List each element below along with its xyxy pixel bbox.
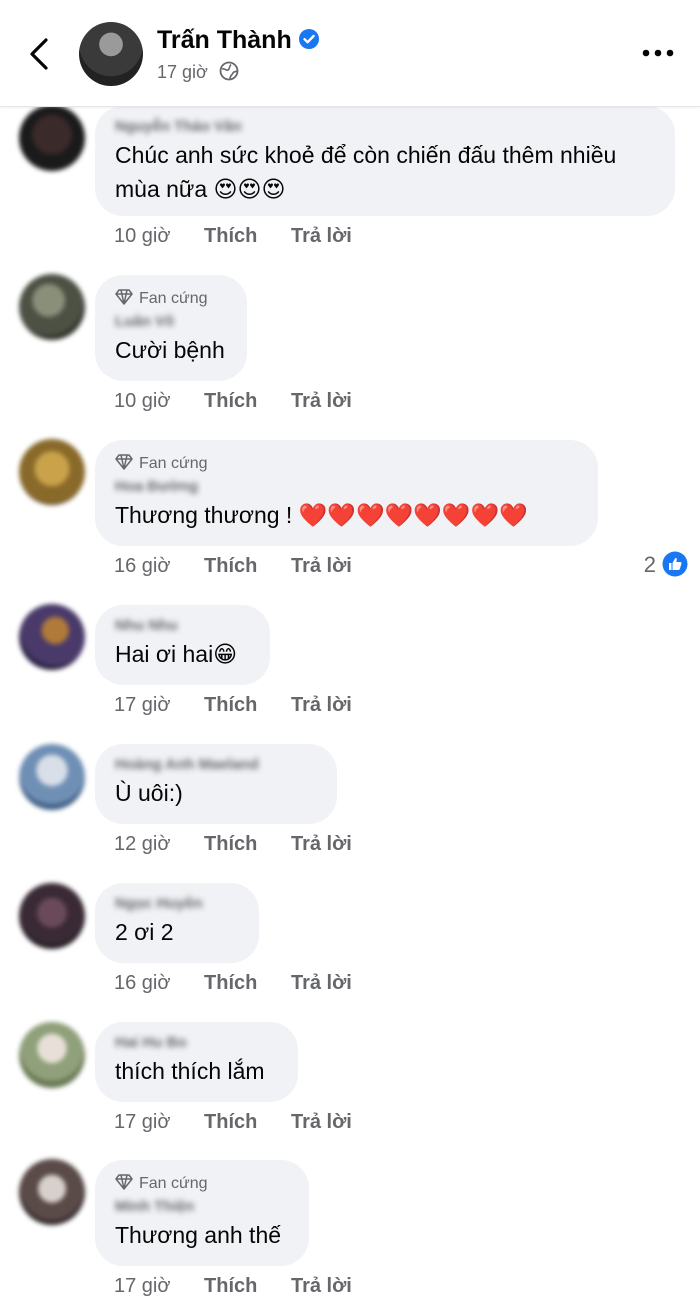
comment-bubble[interactable]: Nguyễn Thảo Vân Chúc anh sức khoẻ để còn… (95, 106, 675, 216)
diamond-icon (115, 454, 133, 470)
comment-actions: 16 giờ Thích Trả lời (114, 972, 352, 995)
reply-link[interactable]: Trả lời (291, 555, 352, 578)
thumbs-up-icon (662, 551, 688, 577)
like-link[interactable]: Thích (204, 225, 257, 248)
fan-badge: Fan cứng (115, 289, 227, 309)
like-link[interactable]: Thích (204, 1275, 257, 1298)
comment-author[interactable]: Hoàng Anh Maeland (115, 754, 317, 776)
post-header: Trấn Thành 17 giờ (0, 0, 700, 107)
comment-bubble[interactable]: Hai Hu Bo thích thích lắm (95, 1022, 298, 1102)
like-link[interactable]: Thích (204, 833, 257, 856)
comment-text: Chúc anh sức khoẻ để còn chiến đấu thêm … (115, 142, 617, 202)
comment-bubble[interactable]: Nhu Nhu Hai ơi hai😁 (95, 605, 270, 685)
fan-badge-label: Fan cứng (139, 455, 208, 472)
commenter-avatar[interactable] (19, 883, 85, 949)
more-options-button[interactable] (640, 42, 676, 64)
comment-bubble[interactable]: Fan cứng Minh Thiện Thương anh thế (95, 1160, 309, 1266)
comment-text: Thương anh thế (115, 1222, 282, 1248)
commenter-avatar[interactable] (19, 744, 85, 810)
comment-time[interactable]: 17 giờ (114, 1275, 170, 1298)
comment-author[interactable]: Minh Thiện (115, 1196, 289, 1218)
commenter-avatar[interactable] (19, 274, 85, 340)
reply-link[interactable]: Trả lời (291, 694, 352, 717)
like-link[interactable]: Thích (204, 694, 257, 717)
chevron-left-icon (30, 38, 48, 70)
commenter-avatar[interactable] (19, 1159, 85, 1225)
post-meta: 17 giờ (157, 61, 239, 83)
ellipsis-icon (642, 49, 674, 57)
like-link[interactable]: Thích (204, 390, 257, 413)
fan-badge: Fan cứng (115, 1174, 289, 1194)
comment-text: Ù uôi:) (115, 780, 183, 806)
comment-bubble[interactable]: Hoàng Anh Maeland Ù uôi:) (95, 744, 337, 824)
comment-author[interactable]: Nguyễn Thảo Vân (115, 116, 655, 138)
globe-icon (219, 61, 239, 81)
comment-actions: 17 giờ Thích Trả lời (114, 1275, 352, 1298)
diamond-icon (115, 1174, 133, 1190)
like-link[interactable]: Thích (204, 972, 257, 995)
comment-author[interactable]: Luân Võ (115, 311, 227, 333)
comment-text: Hai ơi hai😁 (115, 641, 238, 667)
comment-actions: 10 giờ Thích Trả lời (114, 390, 352, 413)
comment-author[interactable]: Hoa Đường (115, 476, 578, 498)
comment-time[interactable]: 10 giờ (114, 225, 170, 248)
page-name[interactable]: Trấn Thành (157, 26, 292, 54)
comment-time[interactable]: 12 giờ (114, 833, 170, 856)
comment-actions: 17 giờ Thích Trả lời (114, 1111, 352, 1134)
comment-time[interactable]: 16 giờ (114, 555, 170, 578)
comment-text: Thương thương ! ❤️❤️❤️❤️❤️❤️❤️❤️ (115, 502, 528, 528)
commenter-avatar[interactable] (19, 439, 85, 505)
reply-link[interactable]: Trả lời (291, 833, 352, 856)
reply-link[interactable]: Trả lời (291, 1275, 352, 1298)
page-avatar[interactable] (79, 22, 143, 86)
comment-text: thích thích lắm (115, 1058, 265, 1084)
comment-actions: 17 giờ Thích Trả lời (114, 694, 352, 717)
like-link[interactable]: Thích (204, 555, 257, 578)
commenter-avatar[interactable] (19, 105, 85, 171)
comment-time[interactable]: 17 giờ (114, 1111, 170, 1134)
commenter-avatar[interactable] (19, 604, 85, 670)
comment-actions: 12 giờ Thích Trả lời (114, 833, 352, 856)
page-name-wrap[interactable]: Trấn Thành (157, 26, 320, 55)
reply-link[interactable]: Trả lời (291, 1111, 352, 1134)
comment-author[interactable]: Nhu Nhu (115, 615, 250, 637)
reaction-count[interactable]: 2 (644, 551, 688, 578)
reply-link[interactable]: Trả lời (291, 972, 352, 995)
diamond-icon (115, 289, 133, 305)
fan-badge-label: Fan cứng (139, 290, 208, 307)
comment-time[interactable]: 17 giờ (114, 694, 170, 717)
comment-author[interactable]: Ngọc Huyền (115, 893, 239, 915)
commenter-avatar[interactable] (19, 1022, 85, 1088)
post-time[interactable]: 17 giờ (157, 62, 208, 82)
fan-badge-label: Fan cứng (139, 1175, 208, 1192)
like-link[interactable]: Thích (204, 1111, 257, 1134)
reply-link[interactable]: Trả lời (291, 225, 352, 248)
reply-link[interactable]: Trả lời (291, 390, 352, 413)
verified-badge-icon (298, 29, 319, 49)
fan-badge: Fan cứng (115, 454, 578, 474)
back-button[interactable] (20, 34, 60, 74)
comment-bubble[interactable]: Fan cứng Luân Võ Cười bệnh (95, 275, 247, 381)
comment-bubble[interactable]: Ngọc Huyền 2 ơi 2 (95, 883, 259, 963)
comment-actions: 16 giờ Thích Trả lời (114, 555, 352, 578)
comment-time[interactable]: 10 giờ (114, 390, 170, 413)
comment-text: 2 ơi 2 (115, 919, 174, 945)
comment-text: Cười bệnh (115, 337, 225, 363)
comment-time[interactable]: 16 giờ (114, 972, 170, 995)
comment-author[interactable]: Hai Hu Bo (115, 1032, 278, 1054)
comment-bubble[interactable]: Fan cứng Hoa Đường Thương thương ! ❤️❤️❤… (95, 440, 598, 546)
reaction-count-value: 2 (643, 552, 656, 577)
comment-actions: 10 giờ Thích Trả lời (114, 225, 352, 248)
